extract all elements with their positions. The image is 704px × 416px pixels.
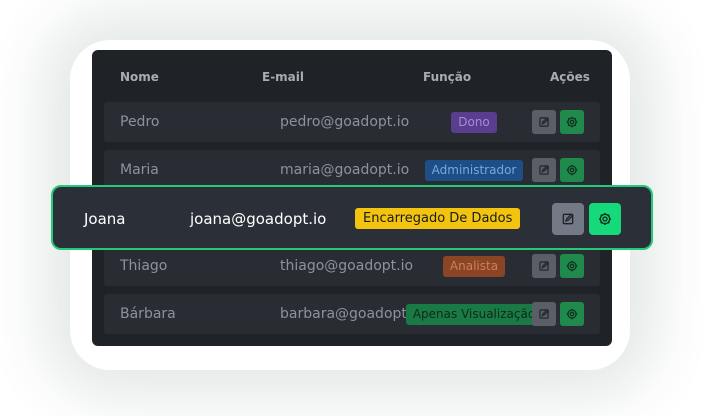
edit-icon [539, 165, 549, 175]
edit-icon [539, 309, 549, 319]
role-badge: Analista [442, 256, 506, 277]
gear-icon [566, 260, 578, 272]
role-badge: Dono [451, 112, 497, 133]
table-row[interactable]: Bárbara barbara@goadopt.io Apenas Visual… [104, 294, 600, 334]
header-actions: Ações [550, 70, 590, 84]
settings-button[interactable] [589, 203, 621, 235]
user-email: joana@goadopt.io [190, 210, 327, 228]
highlighted-table-row[interactable]: Joana joana@goadopt.io Encarregado De Da… [51, 185, 653, 250]
settings-button[interactable] [560, 110, 584, 134]
settings-button[interactable] [560, 158, 584, 182]
edit-button[interactable] [532, 302, 556, 326]
edit-button[interactable] [532, 158, 556, 182]
user-name: Maria [120, 162, 159, 178]
edit-button[interactable] [532, 110, 556, 134]
edit-icon [562, 213, 574, 225]
role-badge: Apenas Visualização [405, 304, 543, 325]
role-badge: Administrador [424, 160, 524, 181]
table-row[interactable]: Pedro pedro@goadopt.io Dono [104, 102, 600, 142]
header-email: E-mail [262, 70, 305, 84]
edit-button[interactable] [552, 203, 584, 235]
gear-icon [599, 213, 611, 225]
table-header: Nome E-mail Função Ações [92, 50, 612, 102]
edit-icon [539, 261, 549, 271]
user-name: Thiago [120, 258, 168, 274]
gear-icon [566, 116, 578, 128]
role-badge: Encarregado De Dados [355, 208, 521, 229]
user-name: Bárbara [120, 306, 176, 322]
settings-button[interactable] [560, 254, 584, 278]
user-name: Joana [84, 210, 126, 228]
user-name: Pedro [120, 114, 160, 130]
header-role: Função [423, 70, 472, 84]
gear-icon [566, 308, 578, 320]
table-row[interactable]: Thiago thiago@goadopt.io Analista [104, 246, 600, 286]
gear-icon [566, 164, 578, 176]
table-row[interactable]: Maria maria@goadopt.io Administrador [104, 150, 600, 190]
settings-button[interactable] [560, 302, 584, 326]
header-name: Nome [120, 70, 159, 84]
edit-button[interactable] [532, 254, 556, 278]
edit-icon [539, 117, 549, 127]
